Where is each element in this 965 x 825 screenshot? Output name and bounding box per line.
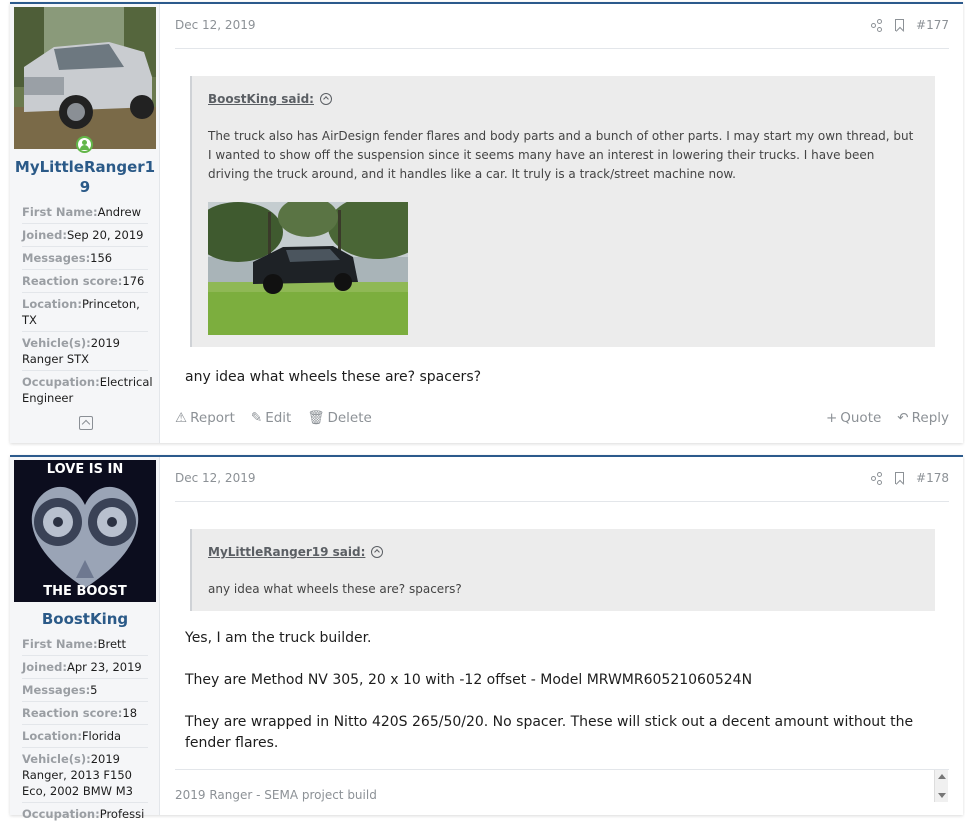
post-message-line: They are wrapped in Nitto 420S 265/50/20… [185,714,914,751]
post-content: Dec 12, 2019 #178 MyLittleRanger19 said:… [160,457,963,815]
username[interactable]: MyLittleRanger1 9 [10,157,160,197]
post-date[interactable]: Dec 12, 2019 [175,18,255,32]
post-message-line: They are Method NV 305, 20 x 10 with -12… [185,672,753,688]
report-button[interactable]: ⚠ Report [175,410,235,426]
truck-image[interactable] [208,202,408,335]
quote-block: MyLittleRanger19 said: any idea what whe… [190,529,935,611]
bookmark-icon[interactable] [895,472,905,484]
quote-text: The truck also has AirDesign fender flar… [208,129,914,181]
post-message-line: Yes, I am the truck builder. [185,630,372,646]
avatar[interactable]: LOVE IS IN THE BOOST [14,460,156,602]
post-content: Dec 12, 2019 #177 BoostKing said: The tr… [160,4,963,443]
user-field-vehicles: Vehicle(s):2019 Ranger, 2013 F150 Eco, 2… [22,748,148,803]
username[interactable]: BoostKing [10,609,160,629]
share-icon[interactable] [871,19,883,32]
user-field-occupation: Occupation:Professi [22,807,145,821]
reply-button[interactable]: ↶ Reply [897,410,949,426]
post-number[interactable]: #177 [916,18,949,32]
user-field-joined: Joined:Sep 20, 2019 [22,224,148,247]
expand-user-icon[interactable] [79,416,93,430]
user-field-occupation: Occupation:Electrical Engineer [22,375,153,405]
user-field-location: Location:Princeton, TX [22,293,148,332]
quote-block: BoostKing said: The truck also has AirDe… [190,76,935,347]
user-field-reaction-score: Reaction score:176 [22,270,148,293]
quote-text: any idea what wheels these are? spacers? [208,582,462,596]
post-actions: ⚠ Report ✎ Edit 🗑 Delete + Quote ↶ Reply [175,410,949,426]
post-header-actions: #177 [871,18,949,32]
post-message: any idea what wheels these are? spacers? [185,369,482,385]
user-field-vehicles: Vehicle(s):2019 Ranger STX [22,332,148,371]
post-177: MyLittleRanger1 9 First Name:Andrew Join… [10,2,963,443]
user-sidebar: LOVE IS IN THE BOOST BoostKing First Nam… [10,457,160,821]
quote-button[interactable]: + Quote [826,410,881,426]
user-extra-info: First Name:Andrew Joined:Sep 20, 2019 Me… [22,201,153,409]
divider [175,48,949,49]
username-line1[interactable]: MyLittleRanger1 [10,157,160,177]
post-header-actions: #178 [871,471,949,485]
avatar-text-top: LOVE IS IN [46,462,124,477]
scroll-down-icon[interactable] [938,793,946,798]
edit-button[interactable]: ✎ Edit [251,410,291,426]
user-field-first-name: First Name:Andrew [22,201,148,224]
post-number[interactable]: #178 [916,471,949,485]
post-178: LOVE IS IN THE BOOST BoostKing First Nam… [10,455,963,821]
signature: 2019 Ranger - SEMA project build [175,769,949,802]
quote-author[interactable]: MyLittleRanger19 said: [208,545,384,559]
user-field-first-name: First Name:Brett [22,633,148,656]
scroll-up-icon[interactable] [938,774,946,779]
avatar-text-bottom: THE BOOST [43,584,127,599]
user-field-location: Location:Florida [22,725,148,748]
post-date[interactable]: Dec 12, 2019 [175,471,255,485]
username-line2[interactable]: 9 [10,177,160,197]
avatar[interactable] [14,7,156,149]
report-icon: ⚠ [175,410,188,426]
bookmark-icon[interactable] [895,19,905,31]
jump-to-quote-icon[interactable] [319,93,332,105]
quote-author[interactable]: BoostKing said: [208,92,332,106]
user-field-messages: Messages:5 [22,679,148,702]
signature-text: 2019 Ranger - SEMA project build [175,788,377,802]
pencil-icon: ✎ [250,410,263,426]
signature-scrollbar[interactable] [934,770,948,802]
user-field-messages: Messages:156 [22,247,148,270]
user-field-joined: Joined:Apr 23, 2019 [22,656,148,679]
reply-icon: ↶ [897,410,909,426]
user-sidebar: MyLittleRanger1 9 First Name:Andrew Join… [10,4,160,443]
user-extra-info: First Name:Brett Joined:Apr 23, 2019 Mes… [22,633,148,825]
share-icon[interactable] [871,472,883,485]
trash-icon: 🗑 [307,410,325,426]
plus-icon: + [825,410,838,426]
online-status-icon [76,136,93,153]
divider [175,501,949,502]
jump-to-quote-icon[interactable] [371,546,384,558]
user-field-reaction-score: Reaction score:18 [22,702,148,725]
delete-button[interactable]: 🗑 Delete [307,410,372,426]
